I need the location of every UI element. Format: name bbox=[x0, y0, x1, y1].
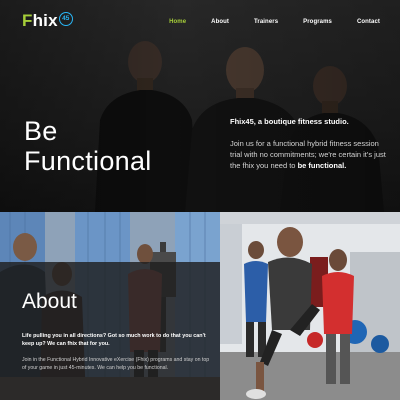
gym-photo-left: About Life pulling you in all directions… bbox=[0, 212, 220, 400]
nav-link-trainers[interactable]: Trainers bbox=[254, 18, 278, 26]
about-panel: About Life pulling you in all directions… bbox=[0, 262, 220, 400]
hero-body: Join us for a functional hybrid fitness … bbox=[230, 138, 388, 171]
hero-intro: Fhix45, a boutique fitness studio. Join … bbox=[230, 117, 388, 171]
hero-body-emphasis: be functional. bbox=[297, 161, 347, 170]
about-body: Join in the Functional Hybrid Innovative… bbox=[22, 357, 210, 371]
gym-photo-right bbox=[220, 212, 400, 400]
logo-wordmark: Fhix bbox=[22, 11, 58, 30]
about-title: About bbox=[22, 290, 77, 313]
hero-title: Be Functional bbox=[24, 116, 152, 176]
hero-title-line2: Functional bbox=[24, 146, 152, 176]
hero-heading: Fhix45, a boutique fitness studio. bbox=[230, 117, 349, 126]
about-lead: Life pulling you in all directions? Got … bbox=[22, 333, 206, 347]
nav-link-programs[interactable]: Programs bbox=[303, 18, 332, 26]
gym-photo-right-image bbox=[220, 212, 400, 400]
hero-section: Fhix 45 Home About Trainers Programs Con… bbox=[0, 0, 400, 212]
hero-title-line1: Be bbox=[24, 116, 58, 146]
main-nav: Home About Trainers Programs Contact bbox=[144, 18, 380, 26]
nav-link-home[interactable]: Home bbox=[169, 18, 186, 26]
logo-45-badge: 45 bbox=[58, 12, 73, 26]
nav-link-contact[interactable]: Contact bbox=[357, 18, 380, 26]
brand-logo[interactable]: Fhix 45 bbox=[22, 10, 73, 32]
nav-link-about[interactable]: About bbox=[211, 18, 229, 26]
